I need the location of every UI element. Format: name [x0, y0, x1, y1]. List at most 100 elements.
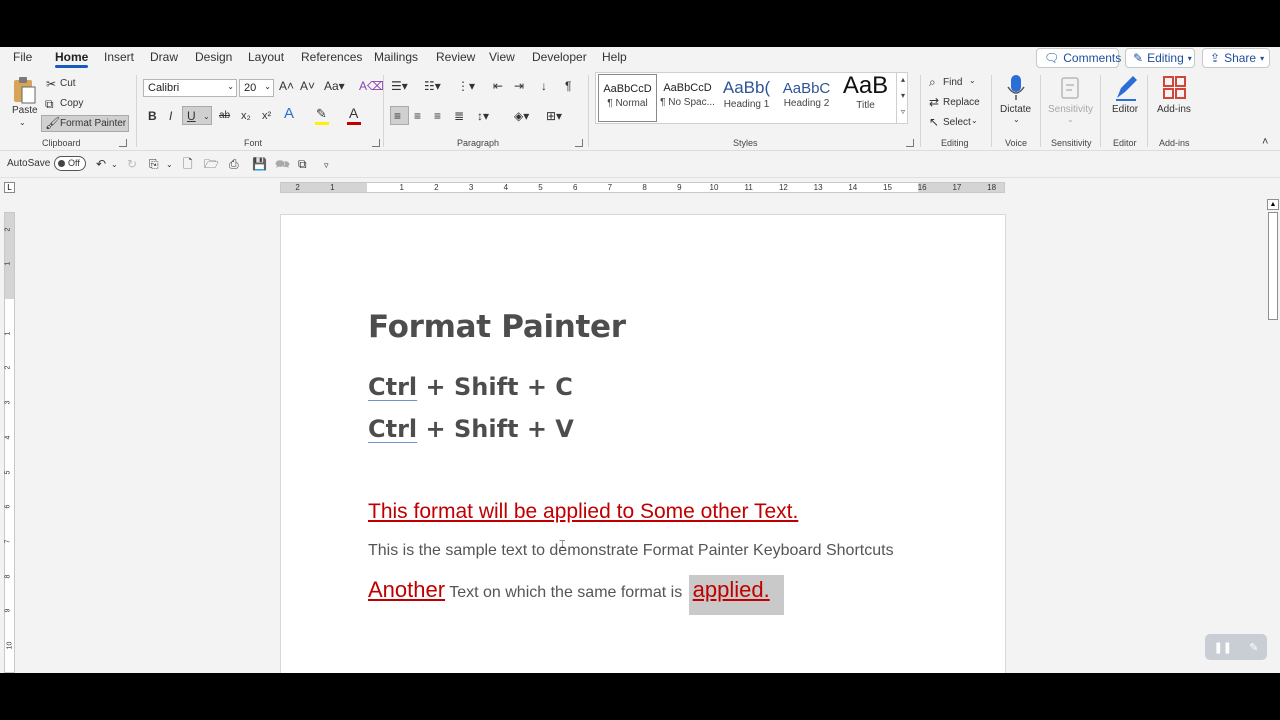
- style-no-spacing[interactable]: AaBbCcD ¶ No Spac...: [658, 74, 717, 122]
- comments-button[interactable]: 🗨 Comments: [1036, 48, 1121, 68]
- increase-indent-icon[interactable]: ⇥: [514, 79, 524, 93]
- sensitivity-button[interactable]: [1060, 75, 1082, 101]
- style-heading-2[interactable]: AaBbC Heading 2: [777, 74, 836, 122]
- tab-draw[interactable]: Draw: [150, 50, 178, 64]
- align-center-icon[interactable]: ≡: [414, 109, 421, 123]
- shading-icon[interactable]: ◈▾: [514, 109, 529, 123]
- customize-toolbar-icon[interactable]: ▿: [324, 158, 329, 172]
- tab-view[interactable]: View: [489, 50, 515, 64]
- document-title[interactable]: Format Painter: [368, 309, 626, 345]
- clear-formatting-icon[interactable]: A⌫: [359, 79, 384, 93]
- styles-launcher-icon[interactable]: [906, 139, 914, 147]
- select-button[interactable]: Select: [943, 117, 971, 128]
- tab-references[interactable]: References: [301, 50, 362, 64]
- cut-button[interactable]: Cut: [60, 78, 76, 89]
- style-heading-1[interactable]: AaBb( Heading 1: [717, 74, 776, 122]
- strikethrough-icon[interactable]: ab: [219, 109, 230, 123]
- dictate-button[interactable]: [1005, 74, 1027, 102]
- multilevel-list-icon[interactable]: ⋮▾: [457, 79, 475, 93]
- sample-text-line[interactable]: This is the sample text to demonstrate F…: [368, 542, 894, 560]
- chevron-down-icon[interactable]: ⌄: [19, 118, 26, 127]
- align-left-button[interactable]: ≡: [390, 106, 409, 125]
- italic-icon[interactable]: I: [169, 109, 172, 123]
- chevron-down-icon[interactable]: ⌄: [111, 158, 118, 172]
- text-effects-icon[interactable]: A: [284, 106, 294, 121]
- change-case-icon[interactable]: Aa▾: [324, 79, 345, 93]
- tab-layout[interactable]: Layout: [248, 50, 284, 64]
- font-name-select[interactable]: Calibri ⌄: [143, 79, 237, 97]
- editor-button[interactable]: [1113, 74, 1139, 102]
- chevron-down-icon[interactable]: ▾: [897, 88, 909, 104]
- vertical-ruler[interactable]: 2 1 1 2 3 4 5 6 7 8 9 10: [4, 212, 15, 673]
- print-icon[interactable]: ⎙: [229, 157, 239, 171]
- formatted-source-text[interactable]: This format will be applied to Some othe…: [368, 500, 798, 524]
- tab-design[interactable]: Design: [195, 50, 232, 64]
- highlighter-icon[interactable]: ✎: [316, 107, 327, 121]
- tab-developer[interactable]: Developer: [532, 50, 587, 64]
- draw-tool-icon[interactable]: ✎: [1249, 641, 1258, 654]
- bold-icon[interactable]: B: [148, 109, 157, 123]
- chevron-down-icon[interactable]: ⌄: [166, 158, 173, 172]
- replace-button[interactable]: Replace: [943, 97, 980, 108]
- paste-button[interactable]: [11, 75, 37, 105]
- collapse-ribbon-icon[interactable]: ˄: [1262, 135, 1268, 149]
- target-text-line[interactable]: Another Text on which the same format is…: [368, 575, 784, 615]
- autosave-toggle[interactable]: Off: [54, 156, 86, 171]
- font-size-select[interactable]: 20 ⌄: [239, 79, 274, 97]
- underline-button[interactable]: U ⌄: [182, 106, 212, 125]
- chevron-down-icon[interactable]: ⌄: [971, 116, 978, 125]
- tab-file[interactable]: File: [13, 50, 32, 64]
- layout-icon[interactable]: ⧉: [298, 157, 307, 171]
- subscript-icon[interactable]: x₂: [241, 109, 251, 123]
- share-button[interactable]: ⇪ Share ▾: [1202, 48, 1270, 68]
- tab-selector-icon[interactable]: L: [4, 182, 15, 193]
- pause-icon[interactable]: ❚❚: [1214, 641, 1232, 654]
- format-painter-qat-icon[interactable]: ⎘: [149, 157, 159, 171]
- numbering-icon[interactable]: ☷▾: [424, 79, 441, 93]
- clipboard-launcher-icon[interactable]: [119, 139, 127, 147]
- font-launcher-icon[interactable]: [372, 139, 380, 147]
- more-styles-icon[interactable]: ▿: [897, 104, 909, 120]
- document-page[interactable]: Format Painter Ctrl + Shift + C Ctrl + S…: [280, 214, 1006, 673]
- decrease-indent-icon[interactable]: ⇤: [493, 79, 503, 93]
- chevron-down-icon[interactable]: ⌄: [1013, 115, 1020, 124]
- align-right-icon[interactable]: ≡: [434, 109, 441, 123]
- scroll-up-icon[interactable]: ▲: [1267, 199, 1279, 210]
- font-color-icon[interactable]: A: [349, 106, 358, 120]
- line-spacing-icon[interactable]: ↕▾: [477, 109, 489, 123]
- horizontal-ruler[interactable]: 2 1 1 2 3 4 5 6 7 8 9 10 11 12 13 14 15 16 17 18: [280, 182, 1005, 193]
- tab-review[interactable]: Review: [436, 50, 475, 64]
- scroll-thumb[interactable]: [1268, 212, 1278, 320]
- sort-icon[interactable]: ↓: [541, 79, 547, 93]
- bullets-icon[interactable]: ☰▾: [391, 79, 408, 93]
- shortcut-paste-format[interactable]: Ctrl + Shift + V: [368, 415, 574, 443]
- tab-mailings[interactable]: Mailings: [374, 50, 418, 64]
- save-icon[interactable]: 💾: [252, 157, 267, 171]
- chevron-down-icon[interactable]: ⌄: [969, 76, 976, 85]
- addins-button[interactable]: [1162, 75, 1188, 101]
- chevron-up-icon[interactable]: ▴: [897, 72, 909, 88]
- editing-group-label: Editing: [941, 138, 969, 148]
- superscript-icon[interactable]: x²: [262, 109, 271, 123]
- find-button[interactable]: Find: [943, 77, 962, 88]
- styles-scroll[interactable]: ▴ ▾ ▿: [896, 72, 909, 124]
- borders-icon[interactable]: ⊞▾: [546, 109, 562, 123]
- new-document-icon[interactable]: 🗋: [183, 157, 193, 171]
- pilcrow-icon[interactable]: ¶: [565, 79, 571, 93]
- style-title[interactable]: AaB Title: [836, 72, 895, 122]
- undo-icon[interactable]: ↶: [96, 157, 106, 171]
- copy-button[interactable]: Copy: [60, 98, 83, 109]
- paragraph-launcher-icon[interactable]: [575, 139, 583, 147]
- tab-home[interactable]: Home: [55, 50, 89, 68]
- tab-insert[interactable]: Insert: [104, 50, 134, 64]
- grow-font-icon[interactable]: A˄: [279, 79, 294, 93]
- format-painter-button[interactable]: 🖌 Format Painter: [41, 115, 129, 132]
- vertical-scrollbar[interactable]: ▲: [1266, 198, 1280, 673]
- justify-icon[interactable]: ≣: [454, 109, 464, 123]
- shortcut-copy-format[interactable]: Ctrl + Shift + C: [368, 373, 573, 401]
- editing-mode-button[interactable]: ✎ Editing ▾: [1125, 48, 1195, 68]
- style-normal[interactable]: AaBbCcD ¶ Normal: [598, 74, 657, 122]
- shrink-font-icon[interactable]: A˅: [300, 79, 315, 93]
- tab-help[interactable]: Help: [602, 50, 627, 64]
- open-folder-icon[interactable]: 🗁: [204, 157, 219, 171]
